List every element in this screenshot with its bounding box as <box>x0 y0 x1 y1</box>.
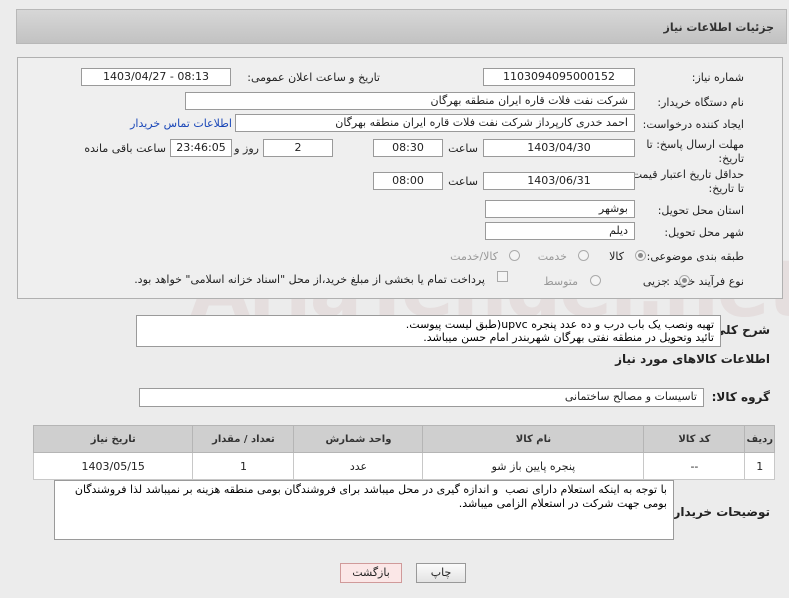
process-label: نوع فرآیند خرید : <box>666 275 744 288</box>
process-option-minor: جزیی <box>642 275 668 288</box>
buyer-org-label: نام دستگاه خریدار: <box>657 96 744 109</box>
validity-time-label: ساعت <box>448 175 478 188</box>
validity-date-field[interactable]: 1403/06/31 <box>483 172 635 190</box>
city-field[interactable]: دیلم <box>485 222 635 240</box>
requester-label: ایجاد کننده درخواست: <box>642 118 744 131</box>
requester-field[interactable]: احمد خدری کارپرداز شرکت نفت فلات قاره ای… <box>235 114 635 132</box>
process-radio-minor[interactable] <box>679 275 690 286</box>
validity-time-field[interactable]: 08:00 <box>373 172 443 190</box>
goods-group-label: گروه کالا: <box>711 390 770 404</box>
cell-unit: عدد <box>293 452 424 480</box>
cell-row-number: 1 <box>744 452 775 480</box>
deadline-date-field[interactable]: 1403/04/30 <box>483 139 635 157</box>
col-unit: واحد شمارش <box>293 425 424 453</box>
table-row[interactable]: 1 -- پنجره پایین باز شو عدد 1 1403/05/15 <box>32 452 775 480</box>
remaining-label: ساعت باقی مانده <box>84 142 166 155</box>
deadline-time-field[interactable]: 08:30 <box>373 139 443 157</box>
process-option-medium: متوسط <box>543 275 578 288</box>
print-button[interactable]: چاپ <box>416 563 466 583</box>
buyer-notes-textarea[interactable] <box>54 480 674 540</box>
page-header: جزئیات اطلاعات نیاز <box>16 9 787 44</box>
buyer-contact-link[interactable]: اطلاعات تماس خریدار <box>130 117 232 130</box>
announce-label: تاریخ و ساعت اعلان عمومی: <box>247 71 380 84</box>
deadline-label: مهلت ارسال پاسخ: تا تاریخ: <box>646 138 744 165</box>
cell-item-code: -- <box>643 452 746 480</box>
description-textarea[interactable] <box>136 315 721 347</box>
province-label: استان محل تحویل: <box>657 204 744 217</box>
buyer-org-field[interactable]: شرکت نفت فلات قاره ایران منطقه بهرگان <box>185 92 635 110</box>
back-button[interactable]: بازگشت <box>340 563 402 583</box>
remaining-days-field[interactable]: 2 <box>263 139 333 157</box>
category-radio-service[interactable] <box>578 250 589 261</box>
deadline-time-label: ساعت <box>448 142 478 155</box>
category-label: طبقه بندی موضوعی: <box>646 250 744 263</box>
buyer-notes-label: توضیحات خریدار: <box>668 505 770 519</box>
cell-item-name: پنجره پایین باز شو <box>422 452 645 480</box>
col-row-number: ردیف <box>744 425 775 453</box>
page-title: جزئیات اطلاعات نیاز <box>663 21 775 34</box>
goods-group-field[interactable]: تاسیسات و مصالح ساختمانی <box>139 388 704 407</box>
process-radio-medium[interactable] <box>590 275 601 286</box>
days-label: روز و <box>234 142 259 155</box>
category-radio-goods-service[interactable] <box>509 250 520 261</box>
category-radio-goods[interactable] <box>635 250 646 261</box>
col-quantity: تعداد / مقدار <box>192 425 295 453</box>
announce-datetime-field[interactable]: 1403/04/27 - 08:13 <box>81 68 231 86</box>
col-need-date: تاریخ نیاز <box>32 425 194 453</box>
treasury-payment-checkbox[interactable] <box>497 271 508 282</box>
need-number-label: شماره نیاز: <box>691 71 744 84</box>
city-label: شهر محل تحویل: <box>664 226 744 239</box>
goods-table: ردیف کد کالا نام کالا واحد شمارش تعداد /… <box>32 425 775 480</box>
remaining-time-field[interactable]: 23:46:05 <box>170 139 232 157</box>
treasury-payment-note: پرداخت تمام یا بخشی از مبلغ خرید،از محل … <box>134 273 485 286</box>
goods-table-header: ردیف کد کالا نام کالا واحد شمارش تعداد /… <box>32 425 775 453</box>
category-option-service: خدمت <box>537 250 567 263</box>
validity-label: حداقل تاریخ اعتبار قیمت: تا تاریخ: <box>628 168 744 195</box>
cell-quantity: 1 <box>192 452 295 480</box>
cell-need-date: 1403/05/15 <box>32 452 194 480</box>
goods-section-title: اطلاعات کالاهای مورد نیاز <box>615 352 770 366</box>
category-option-goods: کالا <box>609 250 624 263</box>
need-number-field[interactable]: 1103094095000152 <box>483 68 635 86</box>
col-item-name: نام کالا <box>422 425 645 453</box>
col-item-code: کد کالا <box>643 425 746 453</box>
category-option-goods-service: کالا/خدمت <box>450 250 498 263</box>
province-field[interactable]: بوشهر <box>485 200 635 218</box>
